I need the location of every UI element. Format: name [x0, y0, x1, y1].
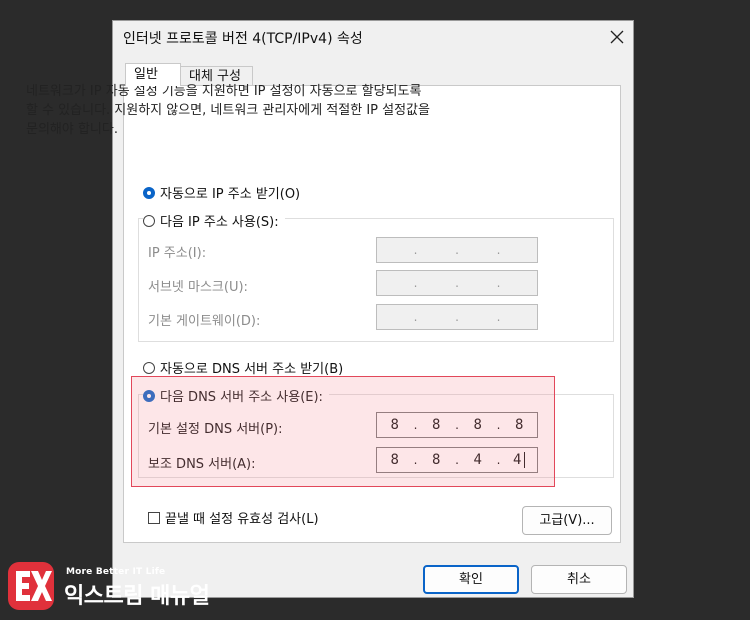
radio-auto-ip[interactable]: 자동으로 IP 주소 받기(O)	[143, 183, 300, 202]
radio-auto-dns[interactable]: 자동으로 DNS 서버 주소 받기(B)	[143, 358, 343, 377]
validate-on-exit-checkbox[interactable]: 끝낼 때 설정 유효성 검사(L)	[148, 508, 319, 527]
ip-address-input: . . .	[376, 237, 538, 263]
advanced-button[interactable]: 고급(V)...	[522, 506, 612, 535]
tab-general[interactable]: 일반	[125, 63, 181, 86]
alternate-dns-last-octet: 4	[502, 448, 538, 472]
alternate-dns-label: 보조 DNS 서버(A):	[148, 457, 256, 472]
preferred-dns-input[interactable]: 8. 8. 8. 8	[376, 412, 538, 438]
extreme-manual-logo-icon	[8, 562, 54, 610]
radio-selected-icon	[143, 389, 155, 402]
subnet-mask-label: 서브넷 마스크(U):	[148, 280, 248, 295]
checkbox-icon	[148, 511, 160, 524]
cancel-button[interactable]: 취소	[531, 565, 627, 594]
extreme-manual-watermark: More Better IT Life 익스트림 매뉴얼	[4, 558, 218, 614]
radio-unselected-icon	[143, 214, 155, 227]
radio-manual-ip[interactable]: 다음 IP 주소 사용(S):	[143, 211, 285, 230]
preferred-dns-label: 기본 설정 DNS 서버(P):	[148, 422, 283, 437]
default-gateway-label: 기본 게이트웨이(D):	[148, 314, 261, 329]
ok-button[interactable]: 확인	[423, 565, 519, 594]
description-text: 네트워크가 IP 자동 설정 기능을 지원하면 IP 설정이 자동으로 할당되도…	[26, 84, 430, 137]
ip-address-label: IP 주소(I):	[148, 246, 207, 261]
subnet-mask-input: . . .	[376, 270, 538, 296]
logo-name: 익스트림 매뉴얼	[64, 584, 210, 609]
close-icon[interactable]	[609, 29, 625, 45]
radio-manual-dns[interactable]: 다음 DNS 서버 주소 사용(E):	[143, 386, 329, 405]
dialog-title: 인터넷 프로토콜 버전 4(TCP/IPv4) 속성	[123, 31, 363, 47]
radio-unselected-icon	[143, 361, 155, 374]
default-gateway-input: . . .	[376, 304, 538, 330]
radio-selected-icon	[143, 186, 155, 199]
alternate-dns-input[interactable]: 8. 8. 4. 4	[376, 447, 538, 473]
logo-tagline: More Better IT Life	[66, 567, 166, 577]
text-caret	[524, 452, 526, 468]
